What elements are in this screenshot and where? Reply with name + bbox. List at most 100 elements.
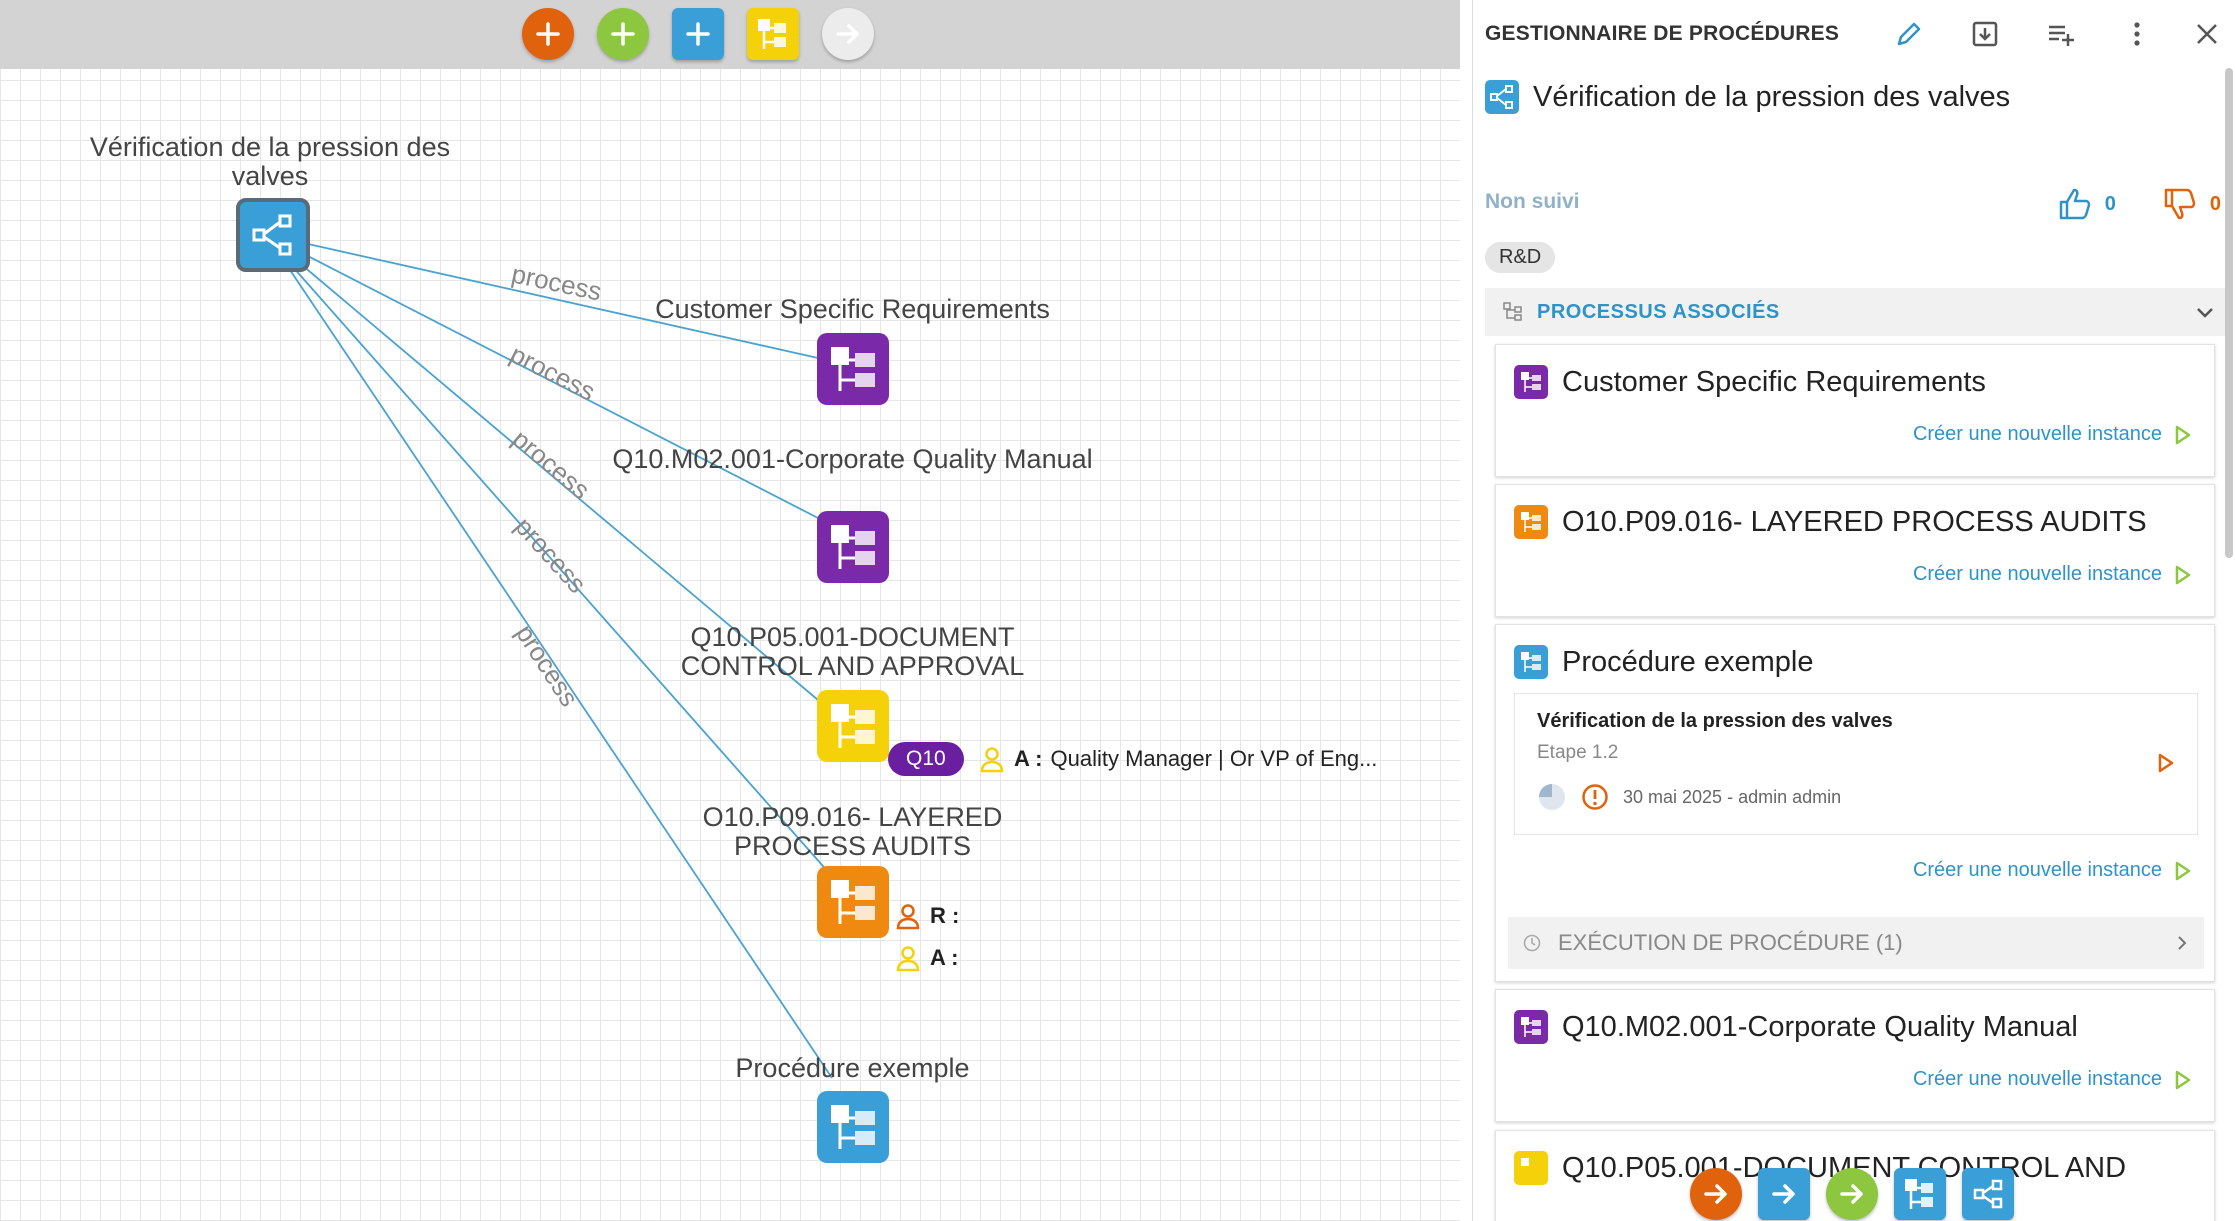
procedure-executions-row[interactable]: EXÉCUTION DE PROCÉDURE (1): [1508, 917, 2204, 969]
panel-scrollbar[interactable]: [2225, 68, 2233, 558]
instance-date: 30 mai 2025 - admin admin: [1623, 786, 1842, 807]
tracking-status: Non suivi: [1485, 190, 1580, 213]
procedure-header: Vérification de la pression des valves: [1485, 80, 2010, 114]
bottom-action-bar: [1690, 1168, 2014, 1220]
process-graph: process process process process process …: [0, 0, 1460, 1221]
process-tree-icon: [1514, 505, 1548, 539]
create-instance-label: Créer une nouvelle instance: [1912, 859, 2162, 881]
node-label: O10.P09.016- LAYERED PROCESS AUDITS: [702, 802, 1003, 861]
create-instance-link[interactable]: Créer une nouvelle instance: [1913, 423, 2192, 446]
play-icon: [2175, 425, 2191, 444]
pencil-icon[interactable]: [1893, 18, 1925, 50]
feedback: 0 0: [2057, 186, 2221, 222]
chevron-down-icon[interactable]: [2193, 300, 2217, 324]
role-approver: A :: [894, 944, 959, 972]
arrow-right-icon: [1772, 1184, 1795, 1204]
instance-title: Vérification de la pression des valves: [1537, 710, 1893, 732]
process-node[interactable]: [817, 511, 889, 583]
person-icon: [896, 904, 920, 930]
instance-item[interactable]: Vérification de la pression des valves E…: [1514, 693, 2198, 835]
more-vert-icon[interactable]: [2121, 18, 2153, 50]
card-title: O10.P09.016- LAYERED PROCESS AUDITS: [1562, 505, 2147, 538]
tree-icon: [1503, 302, 1522, 321]
play-icon: [2175, 565, 2191, 584]
dislikes-count: 0: [2209, 192, 2221, 215]
role-text: Quality Manager | Or VP of Eng...: [1050, 746, 1378, 771]
arrow-right-icon: [1840, 1184, 1863, 1204]
likes-count: 0: [2104, 192, 2116, 215]
process-tree-icon: [831, 1105, 875, 1149]
share-network-icon: [1485, 80, 1519, 114]
process-card[interactable]: O10.P09.016- LAYERED PROCESS AUDITS Crée…: [1495, 484, 2215, 617]
root-node-label: Vérification de la pression des valves: [89, 132, 451, 191]
process-tree-icon: [1514, 1151, 1548, 1185]
procedure-title: Vérification de la pression des valves: [1533, 80, 2011, 113]
procedure-manager-panel: GESTIONNAIRE DE PROCÉDURES Vérification …: [1472, 0, 2235, 1221]
department-tag[interactable]: R&D: [1485, 242, 1556, 273]
share-network-button[interactable]: [1962, 1168, 2014, 1220]
category-badge: Q10: [888, 742, 964, 776]
root-node[interactable]: [236, 198, 310, 272]
process-node[interactable]: [817, 690, 889, 762]
thumb-up-icon[interactable]: [2057, 186, 2093, 222]
process-map-canvas[interactable]: process process process process process …: [0, 0, 1460, 1221]
associated-processes-header[interactable]: PROCESSUS ASSOCIÉS: [1485, 288, 2225, 336]
process-tree-icon: [831, 704, 875, 748]
role-approver: A : Quality Manager | Or VP of Eng...: [978, 745, 1377, 773]
process-tree-icon: [831, 525, 875, 569]
card-title: Procédure exemple: [1562, 645, 1814, 678]
process-tree-icon: [831, 880, 875, 924]
create-instance-label: Créer une nouvelle instance: [1912, 423, 2162, 445]
create-instance-label: Créer une nouvelle instance: [1912, 1068, 2162, 1090]
play-icon: [2175, 861, 2191, 880]
thumb-down-icon[interactable]: [2162, 186, 2198, 222]
process-tree-icon: [831, 347, 875, 391]
chevron-right-icon: [2178, 936, 2187, 950]
instance-meta: 30 mai 2025 - admin admin: [1537, 782, 1841, 812]
download-icon[interactable]: [1969, 18, 2001, 50]
process-node[interactable]: [817, 866, 889, 938]
role-responsible: R :: [894, 902, 959, 930]
process-card[interactable]: Customer Specific Requirements Créer une…: [1495, 344, 2215, 477]
card-title: Customer Specific Requirements: [1562, 365, 1986, 398]
alert-icon: [1582, 784, 1608, 810]
node-label: Customer Specific Requirements: [655, 294, 1050, 324]
create-instance-link[interactable]: Créer une nouvelle instance: [1913, 1068, 2192, 1091]
close-icon[interactable]: [2191, 18, 2223, 50]
progress-ring-icon: [1539, 784, 1565, 810]
process-card[interactable]: Q10.M02.001-Corporate Quality Manual Cré…: [1495, 989, 2215, 1122]
share-network-icon: [252, 214, 292, 256]
node-label: Q10.M02.001-Corporate Quality Manual: [612, 444, 1093, 474]
playlist-add-icon[interactable]: [2045, 18, 2077, 50]
process-card[interactable]: Procédure exemple Vérification de la pre…: [1495, 624, 2215, 982]
arrow-right-blue-button[interactable]: [1758, 1168, 1810, 1220]
process-tree-icon: [1514, 365, 1548, 399]
panel-header: GESTIONNAIRE DE PROCÉDURES: [1473, 0, 2235, 68]
process-tree-icon: [1905, 1179, 1933, 1209]
role-prefix: A :: [930, 945, 959, 970]
role-prefix: A :: [1014, 746, 1043, 771]
play-icon: [2175, 1070, 2191, 1089]
process-node[interactable]: [817, 1091, 889, 1163]
person-icon: [896, 946, 920, 972]
process-tree-button[interactable]: [1894, 1168, 1946, 1220]
create-instance-link[interactable]: Créer une nouvelle instance: [1913, 563, 2192, 586]
process-tree-icon: [1514, 645, 1548, 679]
instance-step: Etape 1.2: [1537, 742, 1619, 763]
associated-processes-title: PROCESSUS ASSOCIÉS: [1537, 300, 1780, 323]
arrow-right-icon: [1704, 1184, 1727, 1204]
history-icon: [1523, 934, 1541, 952]
card-title: Q10.M02.001-Corporate Quality Manual: [1562, 1010, 2078, 1043]
play-icon[interactable]: [2157, 752, 2175, 774]
node-label: Procédure exemple: [735, 1053, 970, 1083]
panel-title: GESTIONNAIRE DE PROCÉDURES: [1485, 22, 1840, 45]
executions-label: EXÉCUTION DE PROCÉDURE (1): [1558, 930, 1903, 955]
process-node[interactable]: [817, 333, 889, 405]
process-tree-icon: [1514, 1010, 1548, 1044]
arrow-right-green-button[interactable]: [1826, 1168, 1878, 1220]
node-label: Q10.P05.001-DOCUMENT CONTROL AND APPROVA…: [680, 622, 1025, 681]
create-instance-link[interactable]: Créer une nouvelle instance: [1913, 859, 2192, 882]
arrow-right-orange-button[interactable]: [1690, 1168, 1742, 1220]
share-network-icon: [1973, 1179, 2003, 1209]
role-prefix: R :: [930, 903, 960, 928]
